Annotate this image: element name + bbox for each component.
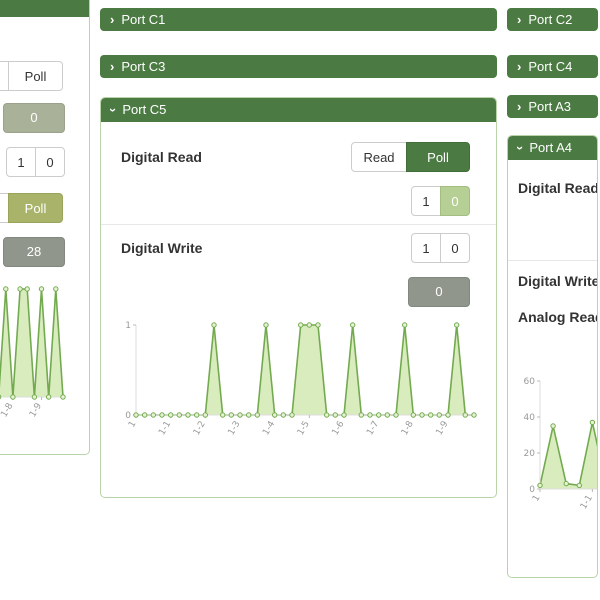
svg-text:0: 0 (125, 411, 131, 421)
digital-read-value-group: 1 0 (411, 186, 470, 216)
svg-text:1-1: 1-1 (157, 420, 173, 438)
svg-text:1: 1 (531, 494, 543, 504)
port-header-c2[interactable]: › Port C2 (507, 8, 598, 31)
digital-write-group: 1 0 (411, 233, 470, 263)
clipped-controls-area (508, 325, 597, 375)
port-header-c3[interactable]: › Port C3 (100, 55, 497, 78)
svg-text:1-3: 1-3 (227, 420, 243, 438)
analog-poll-button[interactable]: Poll (8, 193, 63, 223)
digital-write-label: Digital Write (121, 240, 203, 256)
value-one-button[interactable]: 1 (411, 186, 441, 216)
analog-read-label: Analog Read (518, 309, 598, 325)
panel-header[interactable] (0, 0, 89, 17)
clipped-controls-area (508, 196, 597, 260)
chevron-right-icon: › (517, 12, 522, 27)
digital-write-group: 1 0 (6, 147, 65, 177)
dashboard: Read Poll 0 1 0 Read Poll 28 (0, 0, 600, 600)
svg-text:1: 1 (127, 420, 139, 430)
value-zero-button[interactable]: 0 (440, 186, 470, 216)
svg-text:1: 1 (125, 321, 131, 331)
port-header-label: Port C4 (528, 59, 573, 74)
svg-text:1-9: 1-9 (28, 401, 44, 419)
port-header-a4[interactable]: ›Port A4 (508, 136, 597, 160)
section-divider (101, 224, 496, 225)
digital-write-label: Digital Write (518, 273, 598, 289)
write-zero-button[interactable]: 0 (35, 147, 65, 177)
svg-text:1-8: 1-8 (0, 401, 16, 419)
port-header-label: Port C5 (122, 102, 167, 117)
panel-port-c5: ›Port C5 Digital Read Read Poll 1 0 Digi… (100, 97, 497, 498)
port-header-label: Port C2 (528, 12, 573, 27)
write-one-button[interactable]: 1 (411, 233, 441, 263)
port-header-label: Port C1 (121, 12, 166, 27)
chevron-right-icon: › (517, 59, 522, 74)
svg-text:0: 0 (529, 485, 535, 495)
poll-button[interactable]: Poll (8, 61, 63, 91)
port-header-c1[interactable]: › Port C1 (100, 8, 497, 31)
svg-text:20: 20 (524, 449, 536, 459)
panel-port-a4: ›Port A4 Digital Read Digital Write Anal… (507, 135, 598, 578)
svg-text:1-2: 1-2 (192, 420, 208, 438)
chevron-down-icon: › (106, 107, 122, 113)
svg-text:1-5: 1-5 (296, 420, 312, 438)
chevron-right-icon: › (110, 12, 115, 27)
digital-read-mode-group: Read Poll (351, 142, 470, 172)
svg-text:40: 40 (524, 413, 536, 423)
analog-value-box: 28 (3, 237, 65, 267)
panel-port-left: Read Poll 0 1 0 Read Poll 28 (0, 0, 90, 455)
analog-read-chart: 020406011-11-2 (524, 377, 597, 512)
digital-read-mode-group: Read Poll (0, 61, 63, 91)
port-header-label: Port A3 (528, 99, 571, 114)
svg-text:1-6: 1-6 (331, 419, 347, 437)
port-header-a3[interactable]: › Port A3 (507, 95, 598, 118)
port-header-c4[interactable]: › Port C4 (507, 55, 598, 78)
svg-text:60: 60 (524, 377, 536, 387)
svg-text:1-9: 1-9 (435, 419, 451, 437)
digital-read-value-box: 0 (3, 103, 65, 133)
svg-text:1-8: 1-8 (400, 419, 416, 437)
digital-read-label: Digital Read (518, 180, 598, 196)
port-header-label: Port A4 (529, 140, 572, 155)
svg-text:1-7: 1-7 (365, 420, 381, 438)
digital-read-label: Digital Read (121, 149, 202, 165)
svg-text:1-4: 1-4 (261, 419, 277, 437)
digital-read-chart: 0111-11-21-31-41-51-61-71-81-9 (125, 321, 477, 438)
read-button[interactable]: Read (351, 142, 407, 172)
analog-read-mode-group: Read Poll (0, 193, 63, 223)
section-divider (508, 260, 597, 261)
svg-text:1-1: 1-1 (579, 494, 595, 512)
digital-read-chart: 0111-11-21-31-41-51-61-71-81-9 (0, 286, 66, 419)
poll-button[interactable]: Poll (406, 142, 470, 172)
write-zero-button[interactable]: 0 (440, 233, 470, 263)
chevron-down-icon: › (513, 145, 529, 151)
write-one-button[interactable]: 1 (6, 147, 36, 177)
port-header-c5[interactable]: ›Port C5 (101, 98, 496, 122)
write-value-box: 0 (408, 277, 470, 307)
port-header-label: Port C3 (121, 59, 166, 74)
chevron-right-icon: › (110, 59, 115, 74)
chevron-right-icon: › (517, 99, 522, 114)
